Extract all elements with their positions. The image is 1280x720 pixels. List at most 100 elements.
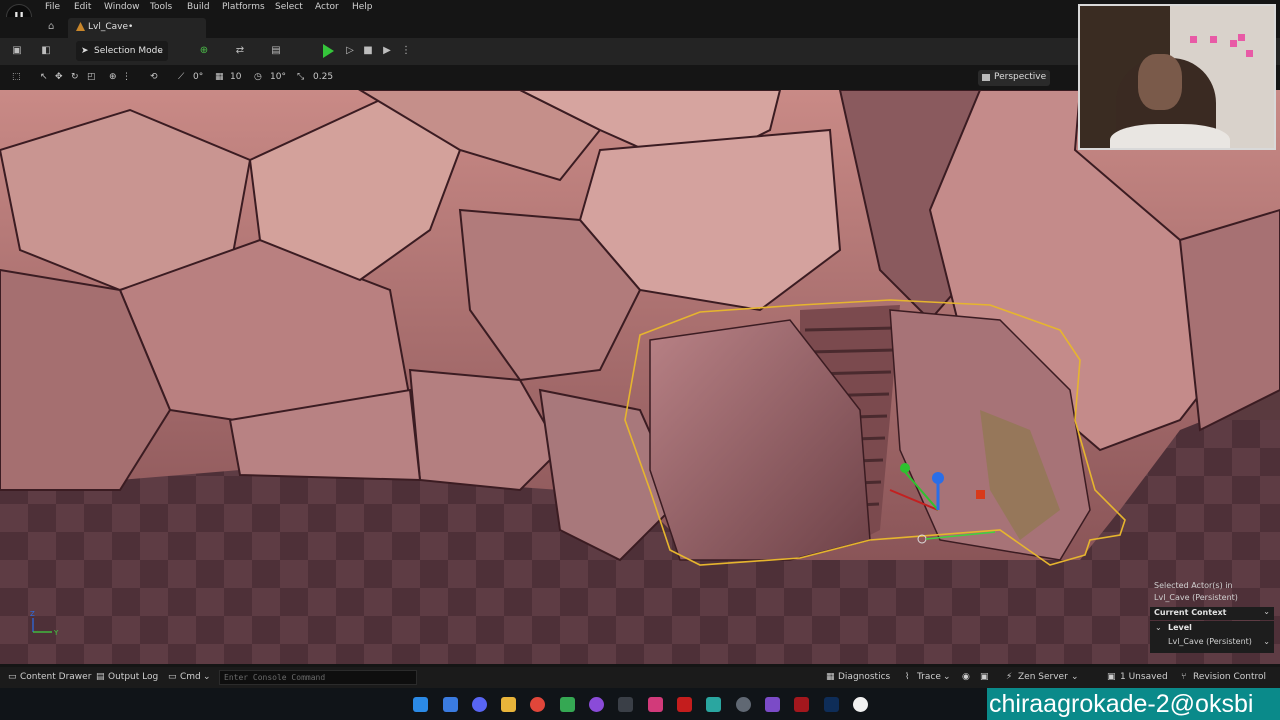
rotation-snap-icon[interactable]: ⟋ [178,72,184,82]
more-options-icon[interactable]: ⋮ [400,45,412,57]
current-context-header[interactable]: Current Context ⌄ [1150,607,1274,620]
svg-text:Z: Z [30,610,35,618]
play-button[interactable] [323,44,334,58]
scale-icon[interactable]: ◰ [87,72,96,82]
output-log-icon[interactable]: ▤ [96,672,105,682]
menu-edit[interactable]: Edit [74,2,91,12]
cmd-icon[interactable]: ▭ [168,672,177,682]
level-viewport[interactable]: Z Y Selected Actor(s) in Lvl_Cave (Persi… [0,90,1280,664]
level-tab[interactable]: Lvl_Cave• [68,18,206,38]
cmd-dropdown[interactable]: Cmd [180,672,201,682]
menu-window[interactable]: Window [104,2,140,12]
visual-studio-icon[interactable] [765,697,780,712]
add-actor-icon[interactable]: ⊕ [198,45,210,57]
trace-icon[interactable]: ⌇ [905,672,909,682]
cinematics-icon[interactable]: ▤ [270,45,282,57]
menu-select[interactable]: Select [275,2,303,12]
status-bar: ▭ Content Drawer ▤ Output Log ▭ Cmd ⌄ En… [0,667,1280,688]
camera-icon [982,74,990,81]
acrobat-icon[interactable] [677,697,692,712]
sticky-note [1238,34,1245,41]
chevron-down-icon: ⌄ [943,672,951,682]
selected-actor-info: Selected Actor(s) in Lvl_Cave (Persisten… [1154,580,1238,604]
obs-icon[interactable] [736,697,751,712]
widgets-icon[interactable] [443,697,458,712]
trace-button[interactable]: Trace [917,672,941,682]
sticky-note [1246,50,1253,57]
notepad-icon[interactable] [560,697,575,712]
unreal-engine-taskbar-icon[interactable] [853,697,868,712]
sticky-note [1230,40,1237,47]
home-icon[interactable]: ⌂ [48,21,54,32]
blueprint-icon[interactable]: ⇄ [234,45,246,57]
menu-build[interactable]: Build [187,2,210,12]
davinci-icon[interactable] [794,697,809,712]
expand-icon: ⌄ [1155,623,1162,632]
chevron-down-icon: ⌄ [203,672,211,682]
output-log-button[interactable]: Output Log [108,672,158,682]
diagnostics-icon[interactable]: ▦ [826,672,835,682]
grid-snap-icon[interactable]: ▦ [215,72,224,82]
menu-tools[interactable]: Tools [150,2,172,12]
photoshop-icon[interactable] [824,697,839,712]
level-context-row[interactable]: ⌄ Level Lvl_Cave (Persistent) ⌄ [1150,621,1274,653]
webcam-shirt [1110,124,1230,148]
chrome-icon[interactable] [530,697,545,712]
grid-snap-value[interactable]: 10 [230,72,241,82]
menu-file[interactable]: File [45,2,60,12]
watermark-banner: chiraagrokade-2@oksbi [987,688,1280,720]
level-value: Lvl_Cave (Persistent) [1168,637,1252,646]
snipping-tool-icon[interactable] [648,697,663,712]
windows-start-icon[interactable] [413,697,428,712]
menu-help[interactable]: Help [352,2,373,12]
launch-icon[interactable]: ▶ [381,45,393,57]
terminal-icon[interactable] [618,697,633,712]
zen-server-button[interactable]: Zen Server [1018,672,1068,682]
perspective-dropdown[interactable]: Perspective [978,70,1050,86]
chevron-down-icon: ⌄ [1263,637,1270,646]
unsaved-icon[interactable]: ▣ [1107,672,1116,682]
save-icon[interactable]: ▣ [11,45,23,57]
file-explorer-icon[interactable] [501,697,516,712]
translate-icon[interactable]: ✥ [55,72,63,82]
sticky-note [1210,36,1217,43]
angle-snap-value[interactable]: 10° [270,72,286,82]
chevron-down-icon: ⌄ [1263,607,1270,616]
surface-snap-icon[interactable]: ⟲ [150,72,158,82]
select-arrow-icon[interactable]: ↖ [40,72,48,82]
scale-snap-icon[interactable]: ⤡ [297,72,304,82]
selected-actor-level: Lvl_Cave (Persistent) [1154,593,1238,602]
cave-rocks-scene: Z Y [0,90,1280,637]
screenshot-icon[interactable]: ▣ [980,672,989,682]
menu-platforms[interactable]: Platforms [222,2,265,12]
scale-snap-value[interactable]: 0.25 [313,72,333,82]
content-drawer-button[interactable]: Content Drawer [20,672,91,682]
github-icon[interactable] [589,697,604,712]
unsaved-button[interactable]: 1 Unsaved [1120,672,1168,682]
rotate-icon[interactable]: ↻ [71,72,79,82]
rotation-snap-value[interactable]: 0° [193,72,203,82]
step-icon[interactable]: ▷ [344,45,356,57]
selection-mode-label: Selection Mode [94,46,163,56]
discord-icon[interactable] [472,697,487,712]
console-command-input[interactable]: Enter Console Command [219,670,417,685]
select-mode-icon[interactable]: ⬚ [12,72,21,82]
menu-actor[interactable]: Actor [315,2,339,12]
webcam-face [1138,54,1182,110]
diagnostics-button[interactable]: Diagnostics [838,672,890,682]
more-icon[interactable]: ⋮ [122,72,131,82]
selection-mode-dropdown[interactable]: ➤ Selection Mode ⌄ [76,41,168,61]
angle-snap-icon[interactable]: ◷ [254,72,262,82]
level-icon [76,22,85,31]
zen-server-icon[interactable]: ⚡ [1006,672,1012,682]
revision-control-button[interactable]: Revision Control [1193,672,1266,682]
content-browser-icon[interactable]: ◧ [40,45,52,57]
record-icon[interactable]: ◉ [962,672,970,682]
world-icon[interactable]: ⊕ [109,72,117,82]
content-drawer-icon[interactable]: ▭ [8,672,17,682]
webcam-overlay [1078,4,1276,150]
revision-control-icon[interactable]: ⑂ [1181,672,1186,682]
stop-icon[interactable]: ■ [362,45,374,57]
watermark-text: chiraagrokade-2@oksbi [989,690,1254,718]
app-icon[interactable] [706,697,721,712]
